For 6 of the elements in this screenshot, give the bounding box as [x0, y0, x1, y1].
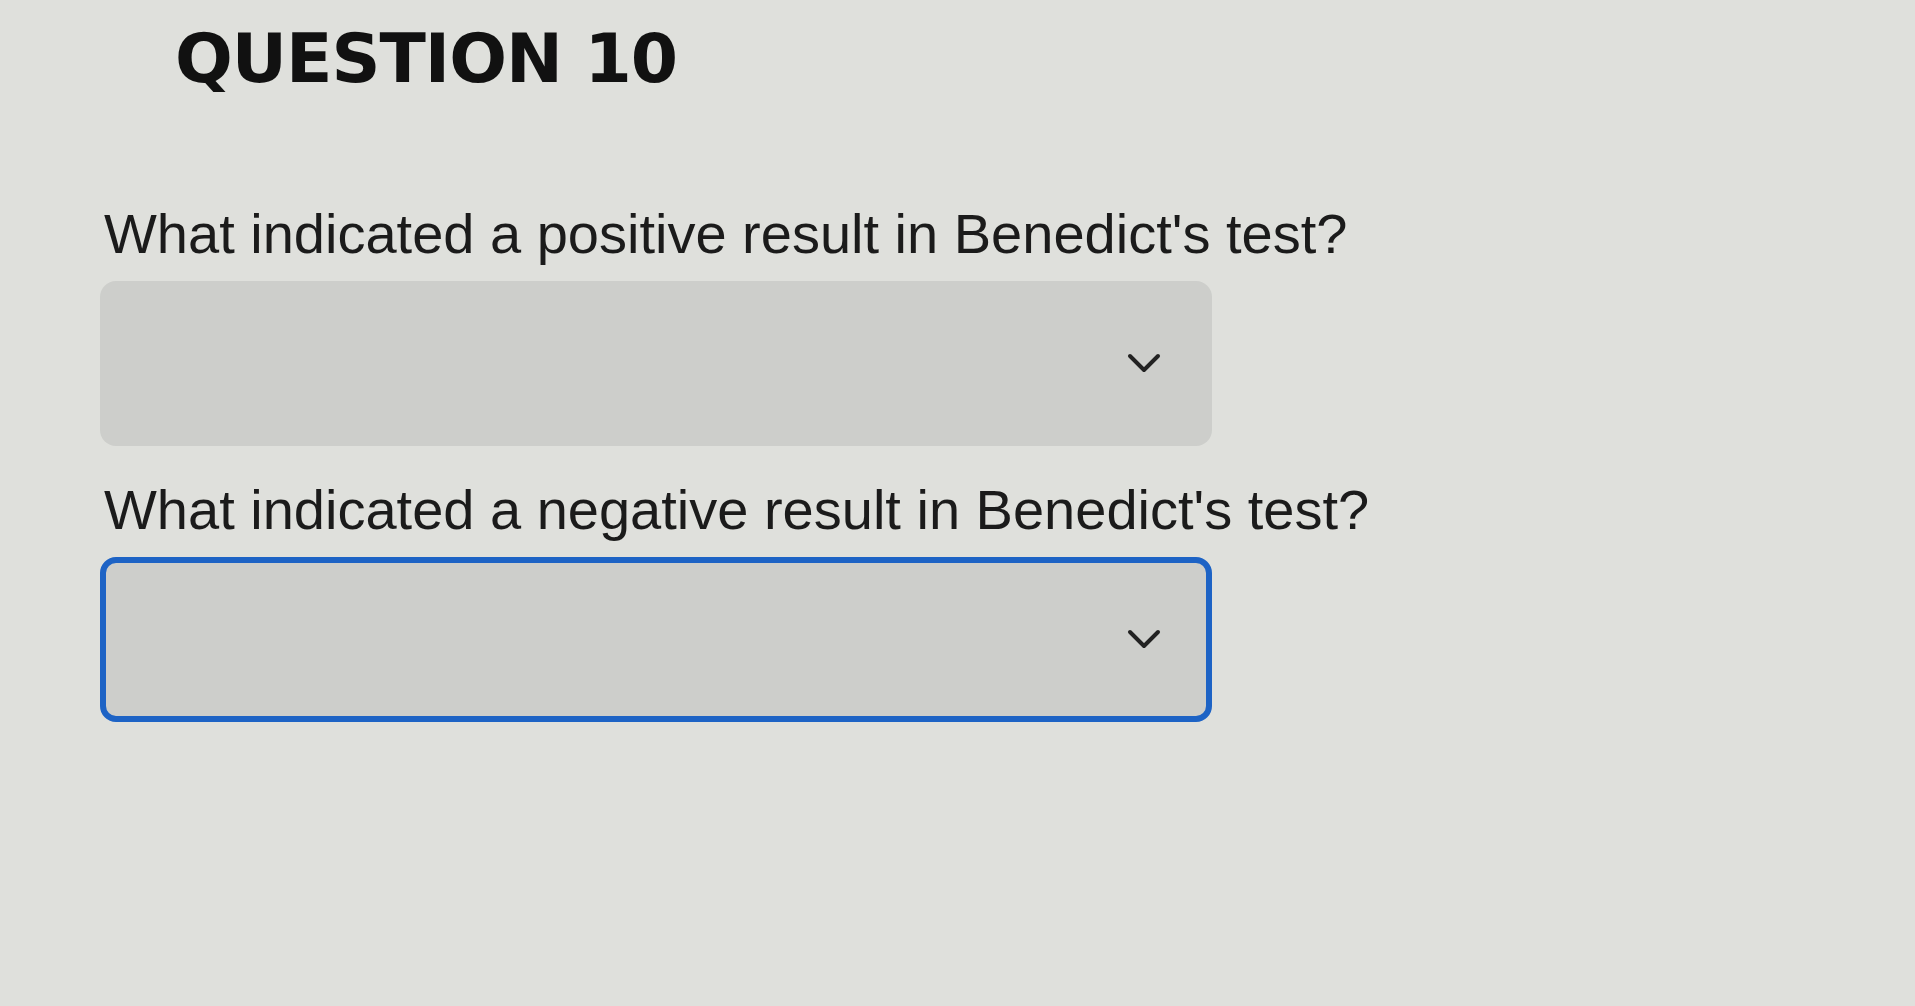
chevron-down-icon	[1127, 353, 1161, 374]
question-text: What indicated a positive result in Benedict's test?	[104, 200, 1349, 267]
chevron-down-icon	[1127, 629, 1161, 650]
question-heading: QUESTION 10	[175, 18, 679, 100]
answer-dropdown[interactable]	[100, 556, 1212, 722]
question-text: What indicated a negative result in Benedict's test?	[104, 476, 1371, 543]
